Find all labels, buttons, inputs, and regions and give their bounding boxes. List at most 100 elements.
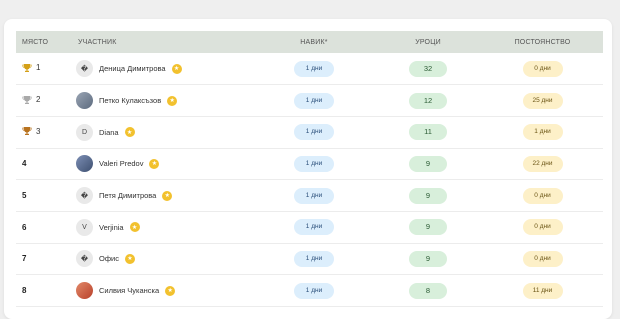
header-place: МЯСТО bbox=[22, 38, 49, 46]
user-cell: � Офис ★ bbox=[74, 243, 254, 275]
place-cell: 1 bbox=[16, 53, 74, 85]
consistency-pill: 0 дни bbox=[522, 250, 563, 267]
consistency-pill: 22 дни bbox=[522, 155, 563, 172]
user-cell: Петко Кулаксъзов ★ bbox=[74, 85, 254, 117]
lessons-cell: 12 bbox=[374, 85, 482, 117]
lessons-pill: 12 bbox=[409, 92, 447, 109]
table-row[interactable]: 1 � Деница Димитрова ★ 1 дни 32 0 дни bbox=[16, 53, 603, 85]
trophy-gold-icon bbox=[22, 63, 32, 72]
place-cell: 3 bbox=[16, 116, 74, 148]
place-cell: 4 bbox=[16, 148, 74, 180]
streak-cell: 1 дни bbox=[254, 148, 374, 180]
streak-pill: 1 дни bbox=[294, 250, 334, 267]
user-cell: D Diana ★ bbox=[74, 116, 254, 148]
rank-number: 8 bbox=[22, 286, 27, 296]
consistency-pill: 0 дни bbox=[522, 219, 563, 236]
leaderboard-table: МЯСТО УЧАСТНИК НАВИК* УРОЦИ ПОСТОЯНСТВО … bbox=[16, 31, 603, 307]
streak-cell: 1 дни bbox=[254, 116, 374, 148]
user-cell: � Петя Димитрова ★ bbox=[74, 180, 254, 212]
avatar[interactable]: D bbox=[76, 123, 93, 141]
consistency-cell: 11 дни bbox=[482, 275, 603, 307]
place-cell: 8 bbox=[16, 275, 74, 307]
lessons-pill: 8 bbox=[409, 282, 447, 299]
consistency-pill: 11 дни bbox=[522, 282, 563, 299]
star-badge-icon: ★ bbox=[149, 158, 160, 169]
streak-cell: 1 дни bbox=[254, 53, 374, 85]
user-cell: Силвия Чуканска ★ bbox=[74, 275, 254, 307]
streak-cell: 1 дни bbox=[254, 85, 374, 117]
user-name[interactable]: Силвия Чуканска bbox=[99, 286, 159, 295]
star-badge-icon: ★ bbox=[171, 63, 182, 74]
avatar[interactable] bbox=[76, 282, 93, 300]
place-cell: 2 bbox=[16, 85, 74, 117]
user-name[interactable]: Деница Димитрова bbox=[99, 64, 166, 73]
consistency-cell: 1 дни bbox=[482, 116, 603, 148]
star-badge-icon: ★ bbox=[124, 253, 135, 264]
avatar[interactable]: � bbox=[76, 60, 93, 78]
user-name[interactable]: Петя Димитрова bbox=[99, 191, 156, 200]
lessons-pill: 9 bbox=[409, 250, 447, 267]
consistency-cell: 0 дни bbox=[482, 180, 603, 212]
lessons-cell: 8 bbox=[374, 275, 482, 307]
table-row[interactable]: 4 Valeri Predov ★ 1 дни 9 22 дни bbox=[16, 148, 603, 180]
lessons-cell: 32 bbox=[374, 53, 482, 85]
user-name[interactable]: Valeri Predov bbox=[99, 159, 143, 168]
lessons-pill: 32 bbox=[409, 60, 447, 77]
star-badge-icon: ★ bbox=[167, 95, 178, 106]
user-name[interactable]: Офис bbox=[99, 254, 119, 263]
lessons-cell: 11 bbox=[374, 116, 482, 148]
trophy-bronze-icon bbox=[22, 127, 32, 136]
streak-pill: 1 дни bbox=[294, 187, 334, 204]
rank-number: 5 bbox=[22, 191, 27, 201]
table-row[interactable]: 6 V Verjinia ★ 1 дни 9 0 дни bbox=[16, 211, 603, 244]
rank-number: 1 bbox=[36, 63, 41, 73]
header-streak[interactable]: НАВИК* bbox=[254, 31, 374, 53]
table-row[interactable]: 5 � Петя Димитрова ★ 1 дни 9 0 дни bbox=[16, 180, 603, 212]
user-cell: V Verjinia ★ bbox=[74, 211, 254, 243]
rank-number: 6 bbox=[22, 222, 27, 232]
table-row[interactable]: 7 � Офис ★ 1 дни 9 0 дни bbox=[16, 243, 603, 275]
avatar[interactable]: V bbox=[76, 218, 93, 236]
header-lessons[interactable]: УРОЦИ bbox=[374, 31, 482, 53]
streak-cell: 1 дни bbox=[254, 275, 374, 307]
lessons-pill: 9 bbox=[409, 187, 447, 204]
streak-pill: 1 дни bbox=[294, 124, 334, 141]
consistency-pill: 0 дни bbox=[522, 187, 563, 204]
consistency-pill: 0 дни bbox=[522, 60, 563, 77]
place-cell: 7 bbox=[16, 243, 74, 275]
streak-cell: 1 дни bbox=[254, 243, 374, 275]
header-consistency[interactable]: ПОСТОЯНСТВО bbox=[482, 31, 603, 53]
lessons-pill: 11 bbox=[409, 124, 447, 141]
user-name[interactable]: Петко Кулаксъзов bbox=[99, 96, 161, 105]
user-name[interactable]: Verjinia bbox=[99, 223, 124, 232]
table-row[interactable]: 8 Силвия Чуканска ★ 1 дни 8 11 дни bbox=[16, 275, 603, 307]
star-badge-icon: ★ bbox=[129, 222, 140, 233]
consistency-pill: 25 дни bbox=[522, 92, 563, 109]
avatar[interactable] bbox=[76, 92, 93, 110]
streak-pill: 1 дни bbox=[294, 60, 334, 77]
consistency-cell: 0 дни bbox=[482, 211, 603, 243]
lessons-cell: 9 bbox=[374, 243, 482, 275]
lessons-cell: 9 bbox=[374, 211, 482, 243]
star-badge-icon: ★ bbox=[124, 127, 135, 138]
user-name[interactable]: Diana bbox=[99, 128, 119, 137]
header-user: УЧАСТНИК bbox=[78, 38, 117, 46]
avatar[interactable]: � bbox=[76, 250, 93, 268]
table-row[interactable]: 3 D Diana ★ 1 дни 11 1 дни bbox=[16, 116, 603, 149]
rank-number: 4 bbox=[22, 159, 27, 169]
lessons-cell: 9 bbox=[374, 180, 482, 212]
star-badge-icon: ★ bbox=[165, 285, 176, 296]
place-cell: 6 bbox=[16, 211, 74, 243]
avatar[interactable]: � bbox=[76, 187, 93, 205]
avatar[interactable] bbox=[76, 155, 93, 173]
consistency-cell: 0 дни bbox=[482, 53, 603, 85]
star-badge-icon: ★ bbox=[162, 190, 173, 201]
streak-cell: 1 дни bbox=[254, 180, 374, 212]
trophy-silver-icon bbox=[22, 95, 32, 104]
consistency-cell: 0 дни bbox=[482, 243, 603, 275]
streak-pill: 1 дни bbox=[294, 92, 334, 109]
rank-number: 2 bbox=[36, 95, 41, 105]
consistency-pill: 1 дни bbox=[522, 124, 563, 141]
table-row[interactable]: 2 Петко Кулаксъзов ★ 1 дни 12 25 дни bbox=[16, 85, 603, 117]
lessons-cell: 9 bbox=[374, 148, 482, 180]
